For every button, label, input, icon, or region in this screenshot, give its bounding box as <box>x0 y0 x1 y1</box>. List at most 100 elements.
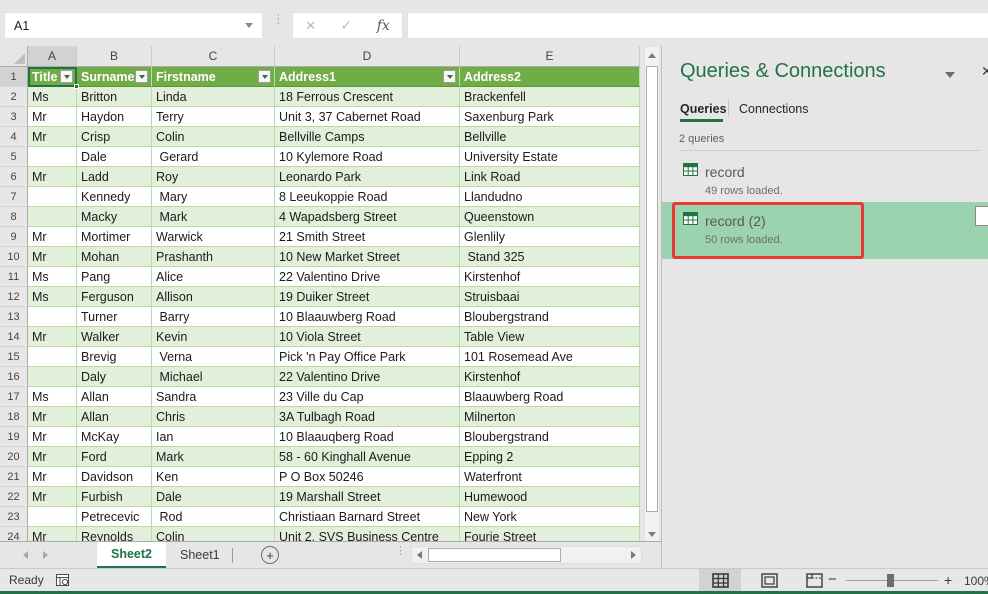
row-header-8[interactable]: 8 <box>0 207 28 227</box>
cell[interactable]: Link Road <box>460 167 640 187</box>
cell[interactable]: 22 Valentino Drive <box>275 267 460 287</box>
cell[interactable]: Dale <box>152 487 275 507</box>
cell[interactable]: Rod <box>152 507 275 527</box>
cell[interactable] <box>28 147 77 167</box>
cell[interactable] <box>28 307 77 327</box>
cell[interactable]: Brevig <box>77 347 152 367</box>
vertical-scrollbar[interactable] <box>644 46 660 543</box>
cell[interactable]: Table View <box>460 327 640 347</box>
scroll-down-icon[interactable] <box>645 526 659 542</box>
cell[interactable]: University Estate <box>460 147 640 167</box>
column-header-e[interactable]: E <box>460 46 640 67</box>
column-header-c[interactable]: C <box>152 46 275 67</box>
cell[interactable]: Linda <box>152 87 275 107</box>
cell[interactable]: 19 Duiker Street <box>275 287 460 307</box>
cell[interactable]: Turner <box>77 307 152 327</box>
cell[interactable]: Struisbaai <box>460 287 640 307</box>
horizontal-scrollbar[interactable] <box>411 546 642 564</box>
row-header-12[interactable]: 12 <box>0 287 28 307</box>
cell[interactable]: 3A Tulbagh Road <box>275 407 460 427</box>
row-header-7[interactable]: 7 <box>0 187 28 207</box>
cell[interactable] <box>28 347 77 367</box>
row-header-20[interactable]: 20 <box>0 447 28 467</box>
panel-close-icon[interactable]: ✕ <box>981 63 988 80</box>
cell[interactable]: Kennedy <box>77 187 152 207</box>
row-header-6[interactable]: 6 <box>0 167 28 187</box>
cell[interactable]: Warwick <box>152 227 275 247</box>
cell[interactable]: 23 Ville du Cap <box>275 387 460 407</box>
tab-connections[interactable]: Connections <box>739 102 809 116</box>
cell[interactable]: Colin <box>152 127 275 147</box>
cell[interactable]: Saxenburg Park <box>460 107 640 127</box>
cell[interactable]: Mark <box>152 447 275 467</box>
row-header-4[interactable]: 4 <box>0 127 28 147</box>
cell[interactable]: P O Box 50246 <box>275 467 460 487</box>
select-all-corner[interactable] <box>0 46 28 67</box>
row-header-23[interactable]: 23 <box>0 507 28 527</box>
cell[interactable]: Mr <box>28 467 77 487</box>
formula-bar-input[interactable] <box>407 12 988 39</box>
sheet-tab-sheet2[interactable]: Sheet2 <box>97 542 166 568</box>
row-header-2[interactable]: 2 <box>0 87 28 107</box>
scroll-left-icon[interactable] <box>412 547 427 563</box>
cell[interactable]: Humewood <box>460 487 640 507</box>
row-header-21[interactable]: 21 <box>0 467 28 487</box>
cell[interactable]: Blaauwberg Road <box>460 387 640 407</box>
cell[interactable]: Ian <box>152 427 275 447</box>
cell[interactable] <box>28 507 77 527</box>
cell[interactable]: Ken <box>152 467 275 487</box>
zoom-in-icon[interactable]: + <box>944 572 952 588</box>
column-header-d[interactable]: D <box>275 46 460 67</box>
cell[interactable]: Mr <box>28 447 77 467</box>
cell[interactable]: Mr <box>28 487 77 507</box>
row-header-24[interactable]: 24 <box>0 527 28 541</box>
cell[interactable]: Mohan <box>77 247 152 267</box>
cell[interactable]: Prashanth <box>152 247 275 267</box>
sheet-tab-sheet1[interactable]: Sheet1 <box>166 542 234 568</box>
cancel-icon[interactable]: ✕ <box>305 18 316 34</box>
cell[interactable]: Stand 325 <box>460 247 640 267</box>
cell[interactable]: Ferguson <box>77 287 152 307</box>
cell[interactable]: Ms <box>28 287 77 307</box>
cell[interactable]: 18 Ferrous Crescent <box>275 87 460 107</box>
cell[interactable]: 22 Valentino Drive <box>275 367 460 387</box>
cell[interactable]: Alice <box>152 267 275 287</box>
normal-view-button[interactable] <box>699 569 741 591</box>
row-header-17[interactable]: 17 <box>0 387 28 407</box>
name-box[interactable]: A1 <box>4 12 263 39</box>
cell[interactable]: Britton <box>77 87 152 107</box>
row-header-11[interactable]: 11 <box>0 267 28 287</box>
cell[interactable]: Pang <box>77 267 152 287</box>
cell[interactable]: 21 Smith Street <box>275 227 460 247</box>
cell[interactable]: Reynolds <box>77 527 152 541</box>
cell[interactable]: Christiaan Barnard Street <box>275 507 460 527</box>
cell[interactable]: Bellville <box>460 127 640 147</box>
cell[interactable]: Mr <box>28 327 77 347</box>
cell[interactable]: Mr <box>28 247 77 267</box>
page-layout-view-button[interactable] <box>748 569 790 591</box>
horizontal-scrollbar-thumb[interactable] <box>428 548 561 562</box>
cell[interactable]: Mary <box>152 187 275 207</box>
cell[interactable]: Leonardo Park <box>275 167 460 187</box>
row-header-15[interactable]: 15 <box>0 347 28 367</box>
header-cell-title[interactable]: Title <box>28 67 77 87</box>
cell[interactable]: Crisp <box>77 127 152 147</box>
cell[interactable]: 10 Blaauwberg Road <box>275 307 460 327</box>
row-header-19[interactable]: 19 <box>0 427 28 447</box>
cell[interactable]: 4 Wapadsberg Street <box>275 207 460 227</box>
cell[interactable]: 10 Kylemore Road <box>275 147 460 167</box>
cell[interactable]: Michael <box>152 367 275 387</box>
row-header-3[interactable]: 3 <box>0 107 28 127</box>
cell[interactable]: Walker <box>77 327 152 347</box>
row-header-1[interactable]: 1 <box>0 67 28 87</box>
cell[interactable]: Barry <box>152 307 275 327</box>
cell[interactable]: Ms <box>28 87 77 107</box>
column-header-a[interactable]: A <box>28 46 77 67</box>
cell[interactable]: Mr <box>28 167 77 187</box>
header-cell-firstname[interactable]: Firstname <box>152 67 275 87</box>
zoom-slider-handle[interactable] <box>887 574 894 587</box>
cell[interactable]: 10 New Market Street <box>275 247 460 267</box>
cell[interactable]: 8 Leeukoppie Road <box>275 187 460 207</box>
cell[interactable]: 58 - 60 Kinghall Avenue <box>275 447 460 467</box>
cell[interactable] <box>28 187 77 207</box>
